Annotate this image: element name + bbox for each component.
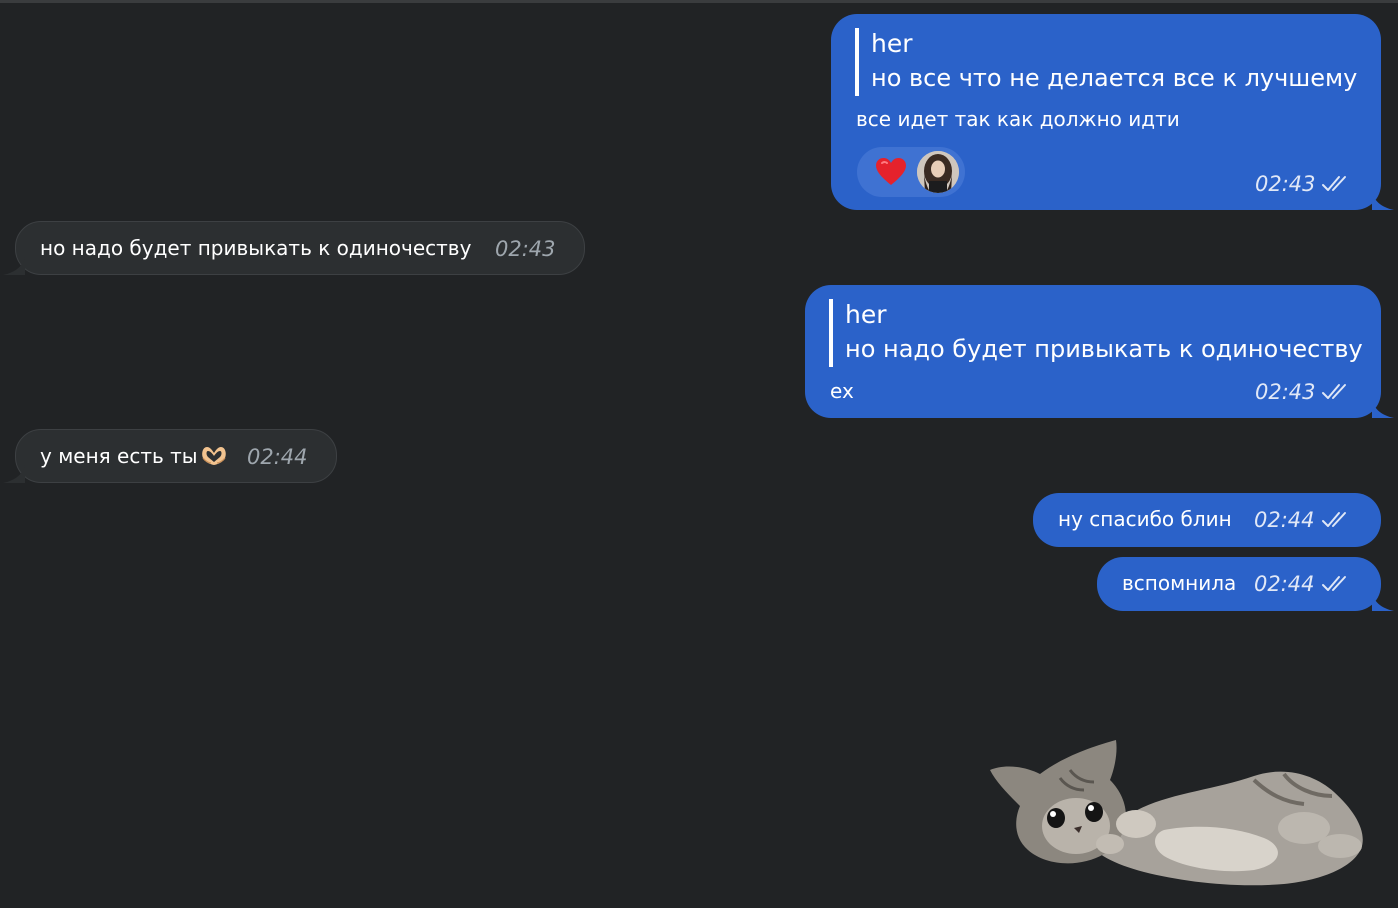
reply-author: her (845, 300, 887, 329)
chat-history[interactable]: her но все что не делается все к лучшему… (0, 0, 1398, 908)
message-text: ex (830, 379, 854, 403)
bubble-tail (1372, 400, 1394, 418)
message-text: все идет так как должно идти (856, 107, 1180, 131)
message-time: 02:43 (1255, 380, 1316, 404)
message-bubble-incoming[interactable]: но надо будет привыкать к одиночеству 02… (3, 221, 585, 275)
message-text: вспомнила (1122, 571, 1237, 595)
reply-quote[interactable]: her но надо будет привыкать к одиночеств… (829, 299, 1363, 367)
reply-quote[interactable]: her но все что не делается все к лучшему (855, 28, 1357, 96)
message-time: 02:44 (1254, 508, 1315, 532)
message-bubble-incoming[interactable]: у меня есть ты 02:44 (3, 429, 337, 483)
double-check-icon (1322, 176, 1346, 191)
reply-author: her (871, 29, 913, 58)
reaction-avatar[interactable] (917, 151, 959, 193)
reply-text: но все что не делается все к лучшему (871, 64, 1358, 92)
message-text: ну спасибо блин (1058, 507, 1232, 531)
bubble-tail (1372, 192, 1394, 210)
red-heart-icon (876, 158, 906, 185)
message-bubble-outgoing[interactable]: her но надо будет привыкать к одиночеств… (805, 285, 1394, 418)
message-time: 02:44 (1254, 572, 1315, 596)
heart-hands-emoji-icon (201, 447, 226, 465)
double-check-icon (1322, 576, 1346, 591)
bubble-tail (1372, 593, 1394, 611)
reply-text: но надо будет привыкать к одиночеству (845, 335, 1363, 363)
double-check-icon (1322, 384, 1346, 399)
message-bubble-outgoing[interactable]: вспомнила 02:44 (1097, 557, 1394, 611)
bubble-tail (3, 257, 25, 275)
message-text-row: у меня есть ты (40, 443, 228, 469)
message-bubble-outgoing[interactable]: ну спасибо блин 02:44 (1033, 493, 1381, 547)
double-check-icon (1322, 512, 1346, 527)
reactions-pill[interactable] (857, 147, 965, 197)
message-bubble-outgoing[interactable]: her но все что не делается все к лучшему… (831, 14, 1394, 210)
message-time: 02:43 (1255, 172, 1316, 196)
avatar-icon (917, 151, 959, 193)
message-time: 02:43 (495, 237, 556, 261)
message-text: но надо будет привыкать к одиночеству (40, 236, 472, 260)
bubble-tail (3, 465, 25, 483)
kitten-sticker-icon[interactable] (984, 734, 1372, 886)
message-text: у меня есть ты (40, 444, 198, 468)
message-time: 02:44 (247, 445, 308, 469)
